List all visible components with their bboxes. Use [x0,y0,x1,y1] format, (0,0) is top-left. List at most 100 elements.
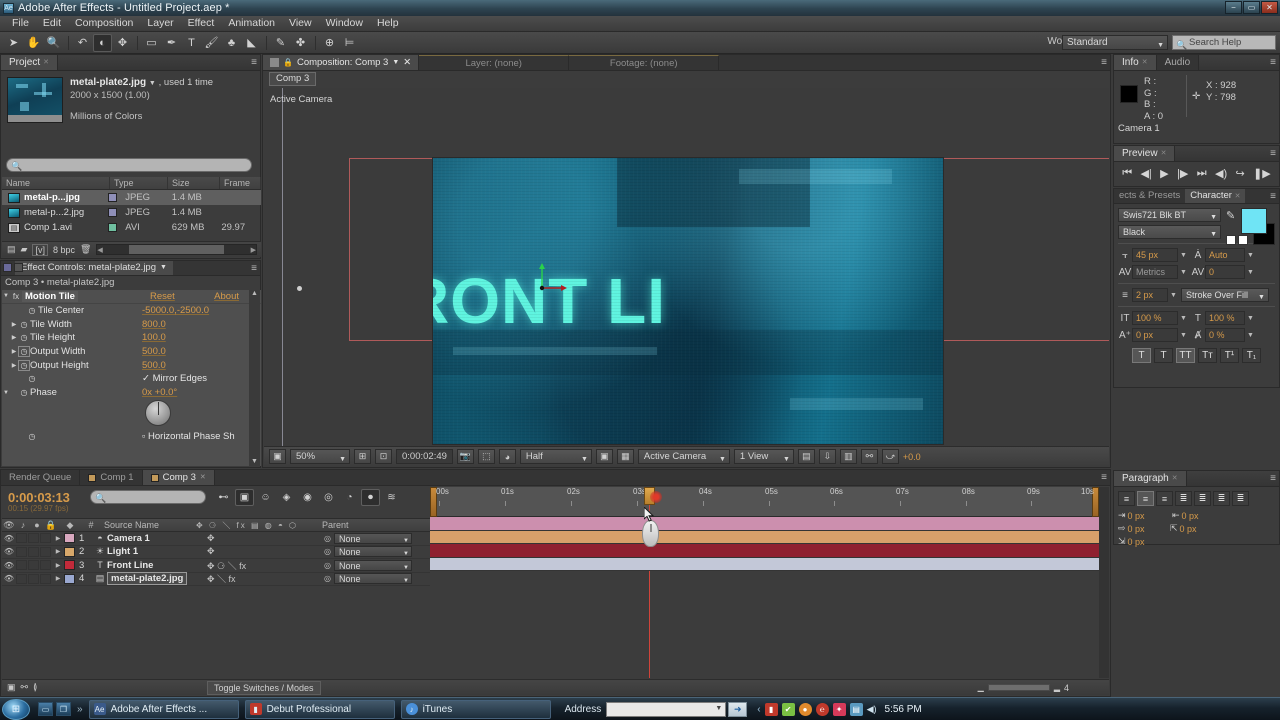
menu-composition[interactable]: Composition [68,16,140,31]
small-caps-button[interactable]: Tᴛ [1198,348,1217,363]
layer-name[interactable]: Front Line [107,560,153,571]
chevron-down-icon[interactable]: ▼ [1247,269,1254,276]
tray-app1-icon[interactable]: ▮ [764,702,778,716]
twirl-icon[interactable]: ▶ [10,321,18,328]
scrollbar-thumb[interactable] [129,245,225,254]
justify-all-button[interactable]: ≣ [1232,491,1249,506]
audio-toggle[interactable] [16,546,27,557]
timeline-track-area[interactable]: 00s 01s 02s 03s 04s 05s 06s 07s 08s 09s … [430,487,1099,678]
draft-3d-button[interactable]: ▣ [235,489,254,506]
mirror-edges-checkbox[interactable]: ✓ Mirror Edges [142,373,207,384]
project-horizontal-scrollbar[interactable]: ◀ ▶ [96,244,257,255]
tab-comp-1[interactable]: Comp 1 [80,470,143,485]
solo-toggle[interactable] [28,546,39,557]
panel-menu-icon[interactable]: ≡ [251,57,257,68]
tray-app5-icon[interactable]: ✦ [832,702,846,716]
comp-flowchart-icon[interactable]: ⚯ [21,682,29,693]
last-frame-button[interactable]: ⏭ [1197,167,1207,180]
layer-bar-front-line[interactable] [430,544,1099,558]
justify-last-right-button[interactable]: ≣ [1213,491,1230,506]
menu-layer[interactable]: Layer [140,16,180,31]
trash-icon[interactable]: 🗑 [80,244,91,255]
twirl-icon[interactable]: ▼ [2,293,10,299]
graph-editor-button[interactable]: ◔ [340,489,359,506]
new-composition-icon[interactable]: ▤ [7,244,16,255]
tab-composition[interactable]: 🔒 Composition: Comp 3 ▼ ✕ [263,55,420,70]
layer-switches[interactable]: ✥ [207,546,215,557]
roto-brush-tool[interactable]: ✎ [271,34,290,52]
lock-toggle[interactable] [40,560,51,571]
close-icon[interactable]: ✕ [43,55,49,70]
bit-depth-label[interactable]: 8 bpc [53,245,75,255]
property-value[interactable]: 500.0 [142,360,166,371]
timeline-zoom-slider[interactable] [987,684,1050,691]
layer-name[interactable]: Light 1 [107,546,138,557]
stopwatch-icon[interactable]: ◷ [26,432,38,441]
twirl-icon[interactable]: ▶ [52,562,64,569]
tracking-field[interactable]: 0 [1204,265,1245,279]
property-value[interactable]: 0x +0.0° [142,387,177,398]
layer-bar-light-1[interactable] [430,530,1099,544]
property-value[interactable]: 100.0 [142,332,166,343]
layer-bar-metal-plate2[interactable] [430,557,1099,571]
magnification-select[interactable]: 50% ▼ [290,449,350,464]
toggle-mask-icon[interactable]: ▣ [595,449,613,464]
current-time-display[interactable]: 0:00:02:49 [396,449,453,464]
chevron-down-icon[interactable]: ▼ [715,705,722,712]
taskbar-item-debut-professional[interactable]: ▮ Debut Professional [244,699,395,719]
parent-select[interactable]: None ▼ [333,559,412,571]
eye-icon[interactable]: 👁 [2,534,16,543]
exposure-value[interactable]: +0.0 [903,452,921,462]
address-bar-input[interactable]: ▼ [606,701,727,717]
table-row[interactable]: 👁 ▶ 2 ☀ Light 1 ✥ ◎ None ▼ [2,546,430,559]
eye-icon[interactable]: 👁 [2,574,16,583]
taskbar-clock[interactable]: 5:56 PM [885,704,922,715]
tab-layer[interactable]: Layer: (none) [419,55,570,70]
leading-field[interactable]: Auto [1204,248,1245,262]
chevron-down-icon[interactable]: ▼ [1247,332,1254,339]
puppet-pin-tool[interactable]: ✤ [291,34,310,52]
align-left-button[interactable]: ≡ [1118,491,1135,506]
faux-bold-button[interactable]: T [1132,348,1151,363]
tab-comp-3[interactable]: Comp 3 ✕ [142,470,215,485]
scroll-right-arrow-icon[interactable]: ▶ [251,246,256,254]
pen-tool[interactable]: ✒ [162,34,181,52]
tab-info[interactable]: Info ✕ [1114,55,1157,70]
stopwatch-active-icon[interactable]: ◷ [18,359,30,371]
pickwhip-icon[interactable]: ◎ [324,561,331,570]
horizontal-scale-field[interactable]: 100 % [1204,311,1245,325]
justify-last-center-button[interactable]: ≣ [1194,491,1211,506]
space-before-field[interactable]: ⇱ 0 px [1170,523,1220,534]
auto-keyframe-button[interactable]: ⏺ [361,489,380,506]
label-swatch[interactable] [64,560,75,571]
new-folder-icon[interactable]: ▰ [21,244,28,255]
chevron-down-icon[interactable]: ▼ [1170,292,1177,299]
effect-about-link[interactable]: About [214,291,239,302]
loop-button[interactable]: ↪ [1236,167,1245,180]
workspace-select[interactable]: Standard ▼ [1062,35,1168,50]
close-icon[interactable]: ✕ [200,470,206,485]
chevron-down-icon[interactable]: ▼ [1247,252,1254,259]
property-value[interactable]: 800.0 [142,319,166,330]
font-size-field[interactable]: 45 px [1132,248,1178,262]
tray-network-icon[interactable]: ▤ [849,702,863,716]
flowchart-icon[interactable]: ⚯ [860,449,878,464]
timeline-search-input[interactable]: 🔍 [90,490,206,504]
scroll-up-arrow-icon[interactable]: ▲ [249,290,260,297]
motion-sketch-button[interactable]: ≋ [382,489,401,506]
comp-flowchart-icon[interactable]: ⇩ [818,449,836,464]
camera-handle[interactable] [297,286,302,291]
snapping-toggle[interactable]: ⊕ [320,34,339,52]
project-row-comp1-avi[interactable]: ▤ Comp 1.avi AVI 629 MB 29.97 [2,220,261,235]
lock-toggle[interactable] [40,533,51,544]
table-row[interactable]: 👁 ▶ 1 ◓ Camera 1 ✥ ◎ None ▼ [2,532,430,546]
eraser-tool[interactable]: ◣ [242,34,261,52]
zoom-out-icon[interactable]: ▁ [978,683,984,692]
property-tile-width[interactable]: ▶ ◷ Tile Width 800.0 [2,317,261,331]
type-tool[interactable]: T [182,34,201,52]
lock-icon[interactable]: 🔒 [283,55,293,70]
kerning-field[interactable]: Metrics [1132,265,1178,279]
eyedropper-icon[interactable]: ✎ [1226,209,1235,222]
property-output-height[interactable]: ▶ ◷ Output Height 500.0 [2,358,261,372]
project-search-input[interactable]: 🔍 [6,158,252,172]
